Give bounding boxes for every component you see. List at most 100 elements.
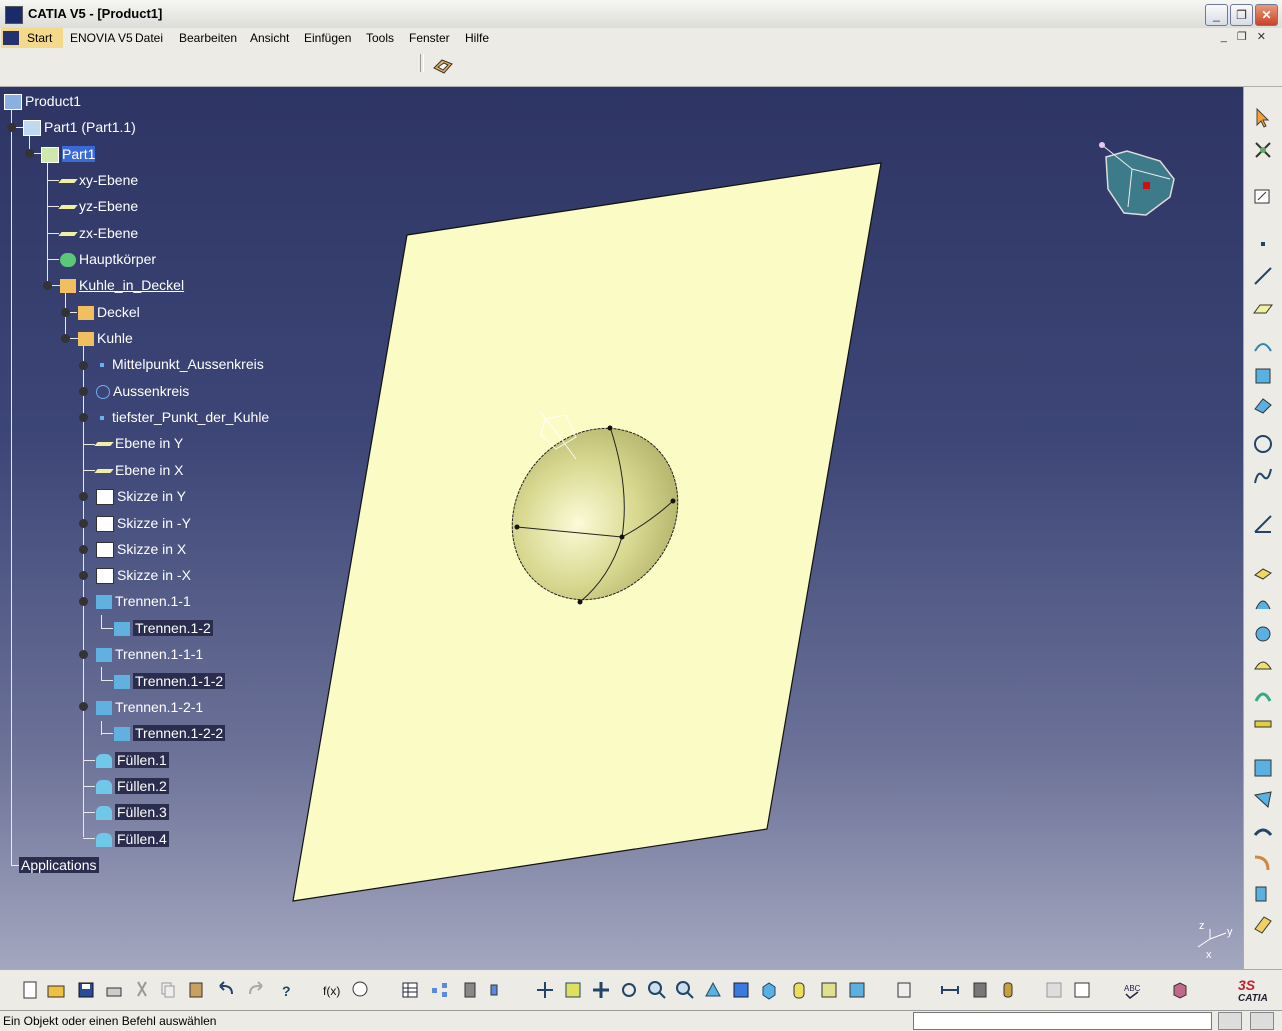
collapse-toggle[interactable] [61,334,70,343]
knowledge-icon[interactable] [350,980,370,1000]
tree-node-plane-y[interactable]: Ebene in Y [94,434,183,452]
status-button-1[interactable] [1218,1012,1242,1030]
circle-tool-icon[interactable] [1252,433,1274,455]
tree-graph-icon[interactable] [430,980,450,1000]
zoom-out-icon[interactable] [675,980,695,1000]
expand-toggle[interactable] [79,387,88,396]
tree-node-part1[interactable]: Part1 [41,145,96,164]
new-document-icon[interactable] [20,980,40,1000]
multi-section-icon[interactable] [1252,713,1274,735]
menu-bearbeiten[interactable]: Bearbeiten [179,31,237,45]
extrude-surface-icon[interactable] [1252,559,1274,581]
projection-icon[interactable] [1252,335,1274,357]
measure-between-icon[interactable] [940,980,960,1000]
collapse-toggle[interactable] [79,650,88,659]
join-tool-icon[interactable] [1252,757,1274,779]
mdi-window-buttons[interactable]: _❐✕ [1221,30,1276,43]
select-arrow-icon[interactable] [1252,107,1274,129]
restore-button[interactable]: ❐ [1230,4,1253,26]
expand-toggle[interactable] [79,413,88,422]
tree-node-deckel[interactable]: Deckel [78,303,140,321]
menu-datei[interactable]: Datei [135,31,163,45]
rotate-icon[interactable] [619,980,639,1000]
catalog-browser-icon[interactable] [1170,980,1190,1000]
copy-icon[interactable] [158,980,178,1000]
tree-node-fill-3[interactable]: Füllen.3 [96,803,169,821]
measure-item-icon[interactable] [970,980,990,1000]
3d-viewport[interactable]: z y x Product1 Part1 (Part1.1) Part1 xy-… [0,87,1243,969]
measure-inertia-icon[interactable] [998,980,1018,1000]
tree-node-sketch-neg-y[interactable]: Skizze in -Y [96,514,191,533]
shading-icon[interactable] [789,980,809,1000]
spell-check-icon[interactable]: ABC [1122,980,1142,1000]
analysis-icon[interactable] [1044,980,1064,1000]
tree-node-fill-4[interactable]: Füllen.4 [96,830,169,848]
tree-node-applications[interactable]: Applications [19,856,99,874]
fillet-tool-icon[interactable] [1252,851,1274,873]
tree-node-lowest-point[interactable]: tiefster_Punkt_der_Kuhle [96,408,269,426]
tree-node-kuhle[interactable]: Kuhle [78,329,133,347]
tree-node-sketch-neg-x[interactable]: Skizze in -X [96,566,191,585]
tree-node-part-instance[interactable]: Part1 (Part1.1) [23,118,136,137]
tree-node-xy-plane[interactable]: xy-Ebene [58,171,138,189]
split-tool-icon[interactable] [1252,789,1274,811]
zoom-in-icon[interactable] [647,980,667,1000]
extract-tool-icon[interactable] [1252,821,1274,843]
menu-enovia[interactable]: ENOVIA V5 [70,31,133,45]
close-button[interactable]: ✕ [1255,4,1278,26]
collapse-toggle[interactable] [7,123,16,132]
multi-view-icon[interactable] [731,980,751,1000]
tree-node-yz-plane[interactable]: yz-Ebene [58,197,138,215]
expand-toggle[interactable] [79,571,88,580]
tree-node-split-1-1[interactable]: Trennen.1-1 [96,592,191,610]
expand-toggle[interactable] [79,492,88,501]
whats-this-icon[interactable]: ? [276,980,296,1000]
tree-node-zx-plane[interactable]: zx-Ebene [58,224,138,242]
workbench-icon[interactable] [432,56,454,76]
tree-node-sketch-y[interactable]: Skizze in Y [96,487,186,506]
normal-view-icon[interactable] [703,980,723,1000]
tree-node-split-1-1-1[interactable]: Trennen.1-1-1 [96,645,203,663]
table-analysis-icon[interactable] [1072,980,1092,1000]
instantiate-icon[interactable] [488,980,508,1000]
tree-node-split-1-2-2[interactable]: Trennen.1-2-2 [114,724,226,742]
save-icon[interactable] [76,980,96,1000]
intersection-icon[interactable] [1252,365,1274,387]
menu-tools[interactable]: Tools [366,31,394,45]
menu-start[interactable]: Start [1,28,63,48]
print-icon[interactable] [104,980,124,1000]
fly-through-icon[interactable] [535,980,555,1000]
collapse-toggle[interactable] [43,281,52,290]
update-icon[interactable] [894,980,914,1000]
spline-tool-icon[interactable] [1252,465,1274,487]
cut-icon[interactable] [132,980,152,1000]
pan-icon[interactable] [591,980,611,1000]
fit-all-icon[interactable] [563,980,583,1000]
iso-view-icon[interactable] [759,980,779,1000]
collapse-toggle[interactable] [25,149,34,158]
line-tool-icon[interactable] [1252,265,1274,287]
tree-node-plane-x[interactable]: Ebene in X [94,461,184,479]
menu-fenster[interactable]: Fenster [409,31,450,45]
sketcher-icon[interactable] [1252,185,1274,207]
expand-toggle[interactable] [61,308,70,317]
expand-toggle[interactable] [79,545,88,554]
tree-node-fill-2[interactable]: Füllen.2 [96,777,169,795]
tree-node-main-body[interactable]: Hauptkörper [60,250,156,268]
undo-icon[interactable] [216,980,236,1000]
tree-node-fill-1[interactable]: Füllen.1 [96,751,169,769]
plane-tool-icon[interactable] [1252,297,1274,319]
catia-app-icon[interactable] [5,6,23,24]
redo-icon[interactable] [246,980,266,1000]
sphere-surface-icon[interactable] [1252,623,1274,645]
power-input-field[interactable] [913,1012,1212,1030]
tree-node-geometric-set[interactable]: Kuhle_in_Deckel [60,276,184,294]
catalog-icon[interactable] [460,980,480,1000]
tree-node-split-1-1-2[interactable]: Trennen.1-1-2 [114,672,226,690]
paste-icon[interactable] [186,980,206,1000]
formula-icon[interactable]: f(x) [322,980,342,1000]
translate-tool-icon[interactable] [1252,883,1274,905]
collapse-toggle[interactable] [79,597,88,606]
menu-einfuegen[interactable]: Einfügen [304,31,351,45]
extrapolate-tool-icon[interactable] [1252,913,1274,935]
